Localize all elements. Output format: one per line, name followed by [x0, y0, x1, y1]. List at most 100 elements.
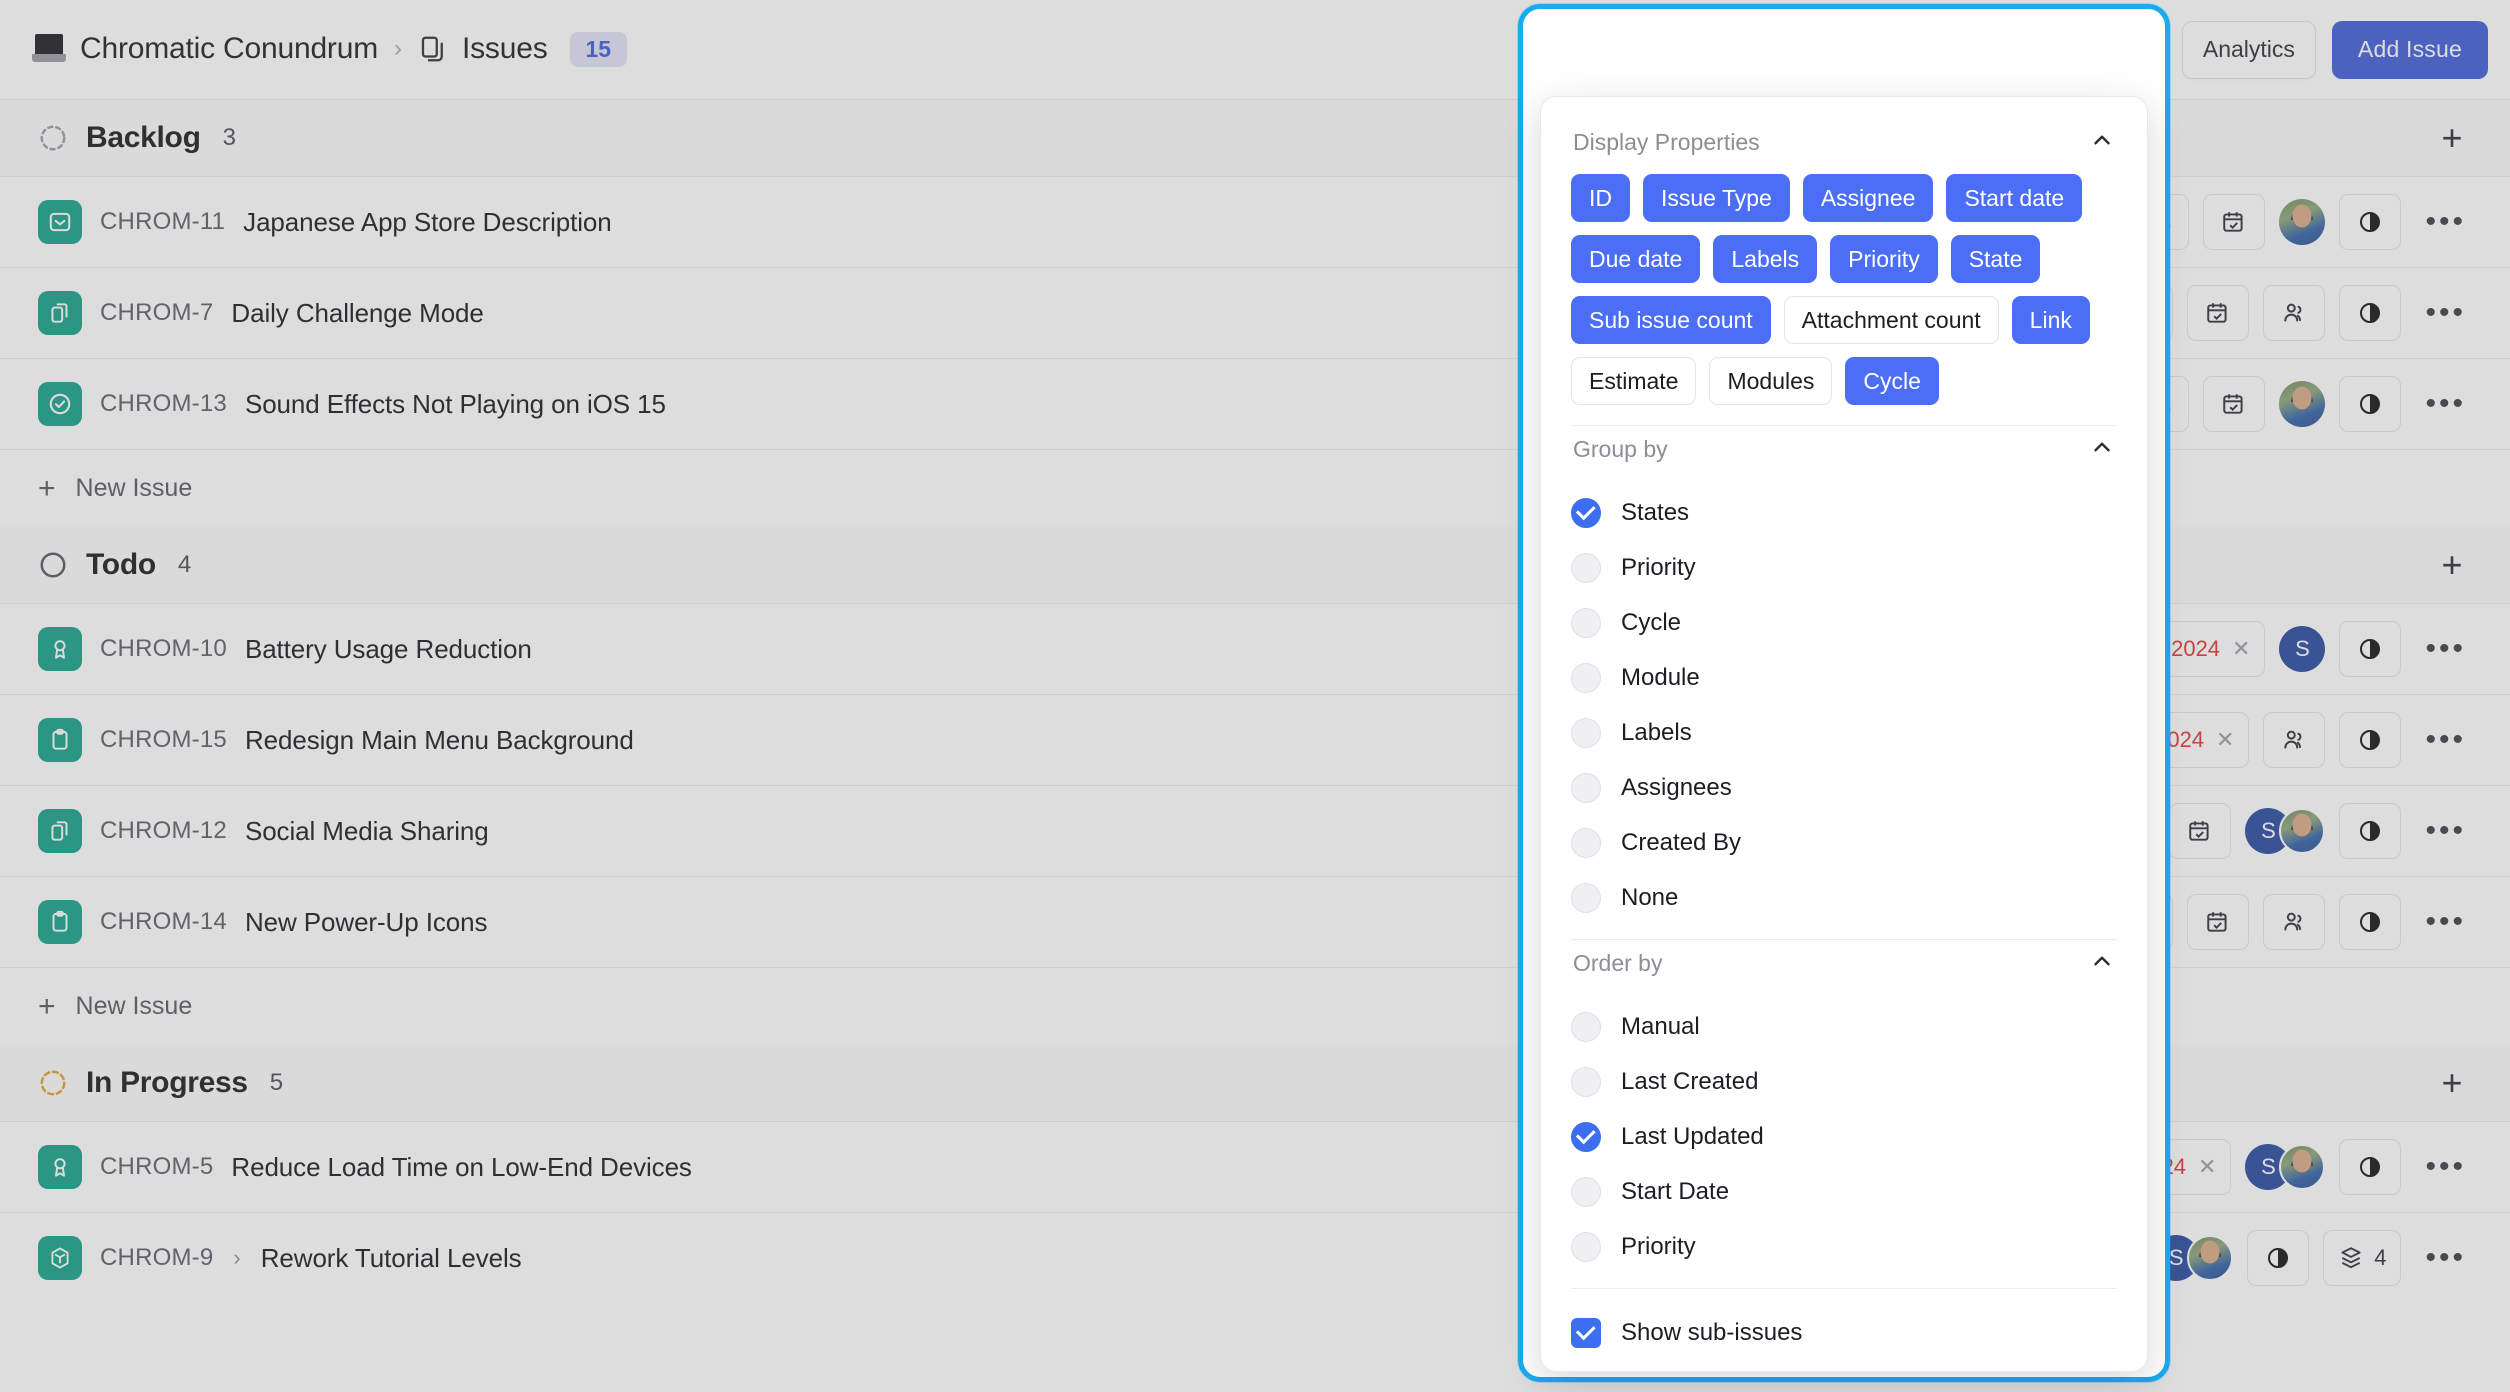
app-root: Chromatic Conundrum › Issues 15 Analytic… — [0, 0, 2510, 1392]
chip-cycle[interactable]: Cycle — [1845, 357, 1939, 405]
priority-chip[interactable] — [2339, 712, 2402, 768]
row-menu-icon[interactable]: ••• — [2415, 1152, 2476, 1182]
close-icon[interactable]: ✕ — [2216, 727, 2234, 753]
add-issue-button[interactable]: Add Issue — [2331, 20, 2488, 79]
group-by-option-cycle[interactable]: Cycle — [1571, 595, 2117, 650]
avatar[interactable] — [2279, 381, 2326, 427]
group-title: Backlog — [86, 121, 201, 154]
group-by-option-priority[interactable]: Priority — [1571, 540, 2117, 595]
order-by-option-start-date[interactable]: Start Date — [1571, 1164, 2117, 1219]
issue-id: CHROM-11 — [100, 208, 226, 235]
chevron-up-icon[interactable] — [2089, 948, 2115, 979]
issue-title: Sound Effects Not Playing on iOS 15 — [244, 388, 666, 419]
chip-id[interactable]: ID — [1571, 174, 1630, 222]
order-by-option-last-updated[interactable]: Last Updated — [1571, 1109, 2117, 1164]
sub-issue-count-chip[interactable]: 4 — [2323, 1230, 2402, 1286]
option-label: Priority — [1621, 1232, 1696, 1260]
issue-title: Japanese App Store Description — [243, 206, 612, 237]
chip-modules[interactable]: Modules — [1709, 357, 1833, 405]
group-by-option-module[interactable]: Module — [1571, 650, 2117, 705]
group-by-header[interactable]: Group by — [1569, 426, 2119, 481]
display-properties-title: Display Properties — [1573, 129, 1760, 155]
row-menu-icon[interactable]: ••• — [2415, 907, 2476, 937]
display-toggles: Show sub-issues Show empty groups — [1569, 1289, 2119, 1371]
option-label: Module — [1621, 663, 1700, 691]
priority-chip[interactable] — [2339, 194, 2402, 250]
display-properties-header[interactable]: Display Properties — [1569, 119, 2119, 174]
chip-due-date[interactable]: Due date — [1571, 235, 1701, 283]
new-issue-label: New Issue — [75, 992, 193, 1020]
group-add-issue-icon[interactable]: + — [2432, 547, 2472, 582]
group-by-option-assignees[interactable]: Assignees — [1571, 760, 2117, 815]
assignee-chip[interactable] — [2263, 894, 2326, 950]
chip-priority[interactable]: Priority — [1830, 235, 1938, 283]
priority-chip[interactable] — [2247, 1230, 2310, 1286]
group-count: 4 — [177, 551, 192, 578]
avatar[interactable]: S — [2279, 626, 2326, 672]
group-add-issue-icon[interactable]: + — [2432, 120, 2472, 155]
group-by-option-none[interactable]: None — [1571, 870, 2117, 925]
priority-chip[interactable] — [2339, 803, 2402, 859]
row-menu-icon[interactable]: ••• — [2415, 298, 2476, 328]
breadcrumb-project[interactable]: Chromatic Conundrum — [80, 32, 378, 66]
due-date-chip[interactable] — [2187, 285, 2250, 341]
assignee-chip[interactable] — [2263, 285, 2326, 341]
row-menu-icon[interactable]: ••• — [2415, 207, 2476, 237]
new-issue-label: New Issue — [75, 474, 193, 502]
analytics-button[interactable]: Analytics — [2181, 20, 2316, 79]
chip-labels[interactable]: Labels — [1713, 235, 1818, 283]
issue-id: CHROM-13 — [100, 390, 227, 417]
priority-chip[interactable] — [2339, 1139, 2402, 1195]
chip-start-date[interactable]: Start date — [1946, 174, 2083, 222]
avatar[interactable] — [2279, 808, 2326, 854]
avatar[interactable] — [2279, 199, 2326, 245]
chip-assignee[interactable]: Assignee — [1802, 174, 1934, 222]
order-by-option-manual[interactable]: Manual — [1571, 999, 2117, 1054]
avatar-group[interactable]: S — [2245, 1144, 2326, 1190]
chip-state[interactable]: State — [1950, 235, 2041, 283]
chip-issue-type[interactable]: Issue Type — [1643, 174, 1790, 222]
close-icon[interactable]: ✕ — [2232, 636, 2250, 662]
toggle-show-empty-groups[interactable]: Show empty groups — [1571, 1360, 2117, 1371]
group-by-option-created-by[interactable]: Created By — [1571, 815, 2117, 870]
row-menu-icon[interactable]: ••• — [2415, 725, 2476, 755]
breadcrumb-separator-icon: › — [394, 35, 402, 63]
order-by-option-priority[interactable]: Priority — [1571, 1219, 2117, 1274]
priority-chip[interactable] — [2339, 894, 2402, 950]
row-menu-icon[interactable]: ••• — [2415, 1243, 2476, 1273]
cube-icon — [38, 1236, 82, 1280]
priority-chip[interactable] — [2339, 621, 2402, 677]
avatar-group[interactable]: S — [2245, 808, 2326, 854]
radio-selected-icon — [1571, 1121, 1601, 1152]
chip-link[interactable]: Link — [2011, 296, 2090, 344]
avatar[interactable] — [2279, 1144, 2326, 1190]
due-date-chip[interactable] — [2203, 194, 2266, 250]
chevron-right-icon[interactable]: › — [231, 1245, 242, 1271]
chip-sub-issue-count[interactable]: Sub issue count — [1571, 296, 1771, 344]
close-icon[interactable]: ✕ — [2198, 1154, 2216, 1180]
order-by-option-last-created[interactable]: Last Created — [1571, 1054, 2117, 1109]
avatar[interactable] — [2187, 1235, 2234, 1281]
display-dropdown-panel: Display Properties ID Issue Type Assigne… — [1540, 96, 2148, 1372]
chip-estimate[interactable]: Estimate — [1571, 357, 1697, 405]
priority-chip[interactable] — [2339, 285, 2402, 341]
row-menu-icon[interactable]: ••• — [2415, 389, 2476, 419]
due-date-chip[interactable] — [2187, 894, 2250, 950]
chip-attachment-count[interactable]: Attachment count — [1783, 296, 1999, 344]
priority-chip[interactable] — [2339, 376, 2402, 432]
group-add-issue-icon[interactable]: + — [2432, 1065, 2472, 1100]
clipboard-icon — [38, 900, 82, 944]
chevron-up-icon[interactable] — [2089, 127, 2115, 158]
due-date-chip[interactable] — [2169, 803, 2232, 859]
chevron-up-icon[interactable] — [2089, 434, 2115, 465]
group-by-option-labels[interactable]: Labels — [1571, 705, 2117, 760]
row-menu-icon[interactable]: ••• — [2415, 816, 2476, 846]
due-date-chip[interactable] — [2203, 376, 2266, 432]
row-menu-icon[interactable]: ••• — [2415, 634, 2476, 664]
order-by-header[interactable]: Order by — [1569, 940, 2119, 995]
toggle-show-sub-issues[interactable]: Show sub-issues — [1571, 1305, 2117, 1360]
group-by-option-states[interactable]: States — [1571, 485, 2117, 540]
breadcrumb-section[interactable]: Issues — [462, 32, 548, 66]
assignee-chip[interactable] — [2263, 712, 2326, 768]
option-label: States — [1621, 498, 1690, 526]
